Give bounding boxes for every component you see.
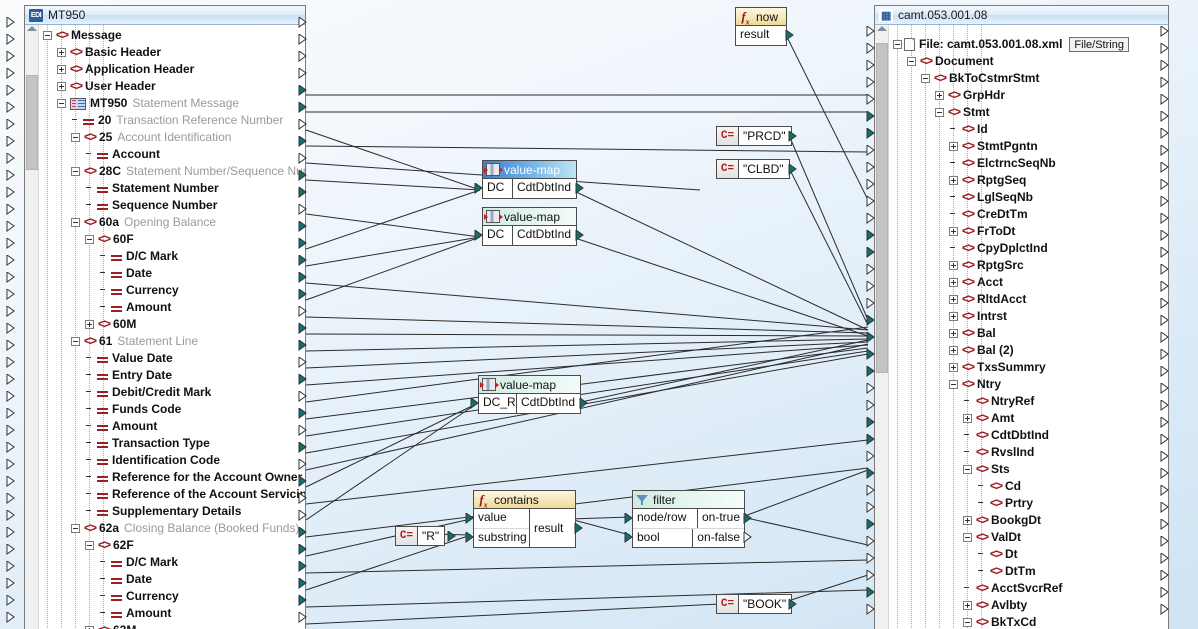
node-row[interactable]: node/row on-true (633, 509, 744, 528)
node-header[interactable]: fx now (736, 8, 786, 27)
node-title: value-map (504, 162, 561, 177)
value-map-icon (480, 378, 499, 391)
node-output-label: CdtDbtInd (517, 180, 572, 194)
node-value-map-2[interactable]: value-map DC CdtDbtInd (482, 207, 577, 246)
node-header[interactable]: value-map (483, 208, 576, 226)
constant-output-port[interactable] (447, 531, 456, 542)
node-port-label: bool (633, 529, 694, 547)
node-header[interactable]: fx contains (474, 491, 575, 510)
node-output-label: CdtDbtInd (521, 395, 576, 409)
constant-const-prcd[interactable]: C= "PRCD" (716, 126, 792, 146)
constant-const-clbd[interactable]: C= "CLBD" (716, 159, 790, 179)
constant-equals-icon: C= (717, 160, 739, 178)
node-port-label: DC (483, 179, 513, 198)
node-output-port[interactable] (785, 30, 794, 41)
constant-equals-icon: C= (717, 127, 739, 145)
fx-icon: fx (741, 9, 750, 27)
node-port-label: DC (483, 226, 513, 245)
node-value-map-3[interactable]: value-map DC_R CdtDbtInd (478, 375, 581, 414)
node-port-label: substring (474, 528, 529, 547)
constant-value: "R" (422, 529, 440, 543)
node-header[interactable]: value-map (483, 161, 576, 179)
funnel-icon (636, 494, 649, 506)
node-header[interactable]: value-map (479, 376, 580, 394)
constant-value: "PRCD" (743, 129, 786, 143)
constant-output-port[interactable] (788, 599, 797, 610)
node-row[interactable]: DC CdtDbtInd (483, 179, 576, 198)
node-title: contains (494, 492, 539, 507)
node-output-port[interactable] (579, 398, 588, 409)
node-row[interactable]: DC CdtDbtInd (483, 226, 576, 245)
node-output-port[interactable] (575, 230, 584, 241)
node-output-label: CdtDbtInd (517, 227, 572, 241)
node-row[interactable]: DC_R CdtDbtInd (479, 394, 580, 413)
node-title: value-map (504, 209, 561, 224)
constant-output-port[interactable] (788, 131, 797, 142)
node-header[interactable]: filter (633, 491, 744, 509)
node-input-port[interactable] (474, 183, 483, 194)
node-input-port[interactable] (624, 513, 633, 524)
constant-value: "BOOK" (743, 597, 787, 611)
node-row[interactable]: bool on-false (633, 528, 744, 547)
node-input-port[interactable] (465, 513, 474, 524)
node-now[interactable]: fx now result (735, 7, 787, 46)
node-row[interactable]: result (736, 26, 786, 45)
value-map-icon (484, 210, 503, 223)
node-title: value-map (500, 377, 557, 392)
node-contains[interactable]: fx contains value substring result (473, 490, 576, 548)
constant-equals-icon: C= (396, 527, 418, 545)
node-title: filter (653, 492, 676, 507)
node-port-label: DC_R (479, 394, 517, 413)
node-port-label: node/row (633, 509, 698, 528)
node-input-port[interactable] (474, 230, 483, 241)
node-output-label: on-false (697, 530, 740, 544)
value-map-icon (484, 163, 503, 176)
mapforce-window: EDI MT950 <> Message <> Basic Header <> Appli… (0, 0, 1198, 629)
node-input-port[interactable] (470, 398, 479, 409)
constant-const-r[interactable]: C= "R" (395, 526, 446, 546)
constant-value: "CLBD" (743, 162, 784, 176)
node-output-label: result (740, 27, 770, 41)
node-output-port[interactable] (743, 532, 752, 543)
node-title: now (756, 9, 779, 24)
node-value-map-1[interactable]: value-map DC CdtDbtInd (482, 160, 577, 199)
node-output-port[interactable] (743, 513, 752, 524)
node-input-port[interactable] (624, 532, 633, 543)
node-port-label: value (478, 510, 507, 524)
node-output-label: on-true (701, 510, 740, 524)
node-layer: fx now result value-map DC CdtDbtInd value-map… (0, 0, 1198, 629)
node-output-port[interactable] (575, 183, 584, 194)
node-filter[interactable]: filter node/row on-true bool on-false (632, 490, 745, 548)
constant-equals-icon: C= (717, 595, 739, 613)
fx-icon: fx (479, 492, 488, 510)
constant-output-port[interactable] (788, 164, 797, 175)
node-output-label: result (534, 521, 564, 535)
constant-const-book[interactable]: C= "BOOK" (716, 594, 793, 614)
node-output-port[interactable] (574, 523, 583, 534)
node-input-port[interactable] (465, 532, 474, 543)
